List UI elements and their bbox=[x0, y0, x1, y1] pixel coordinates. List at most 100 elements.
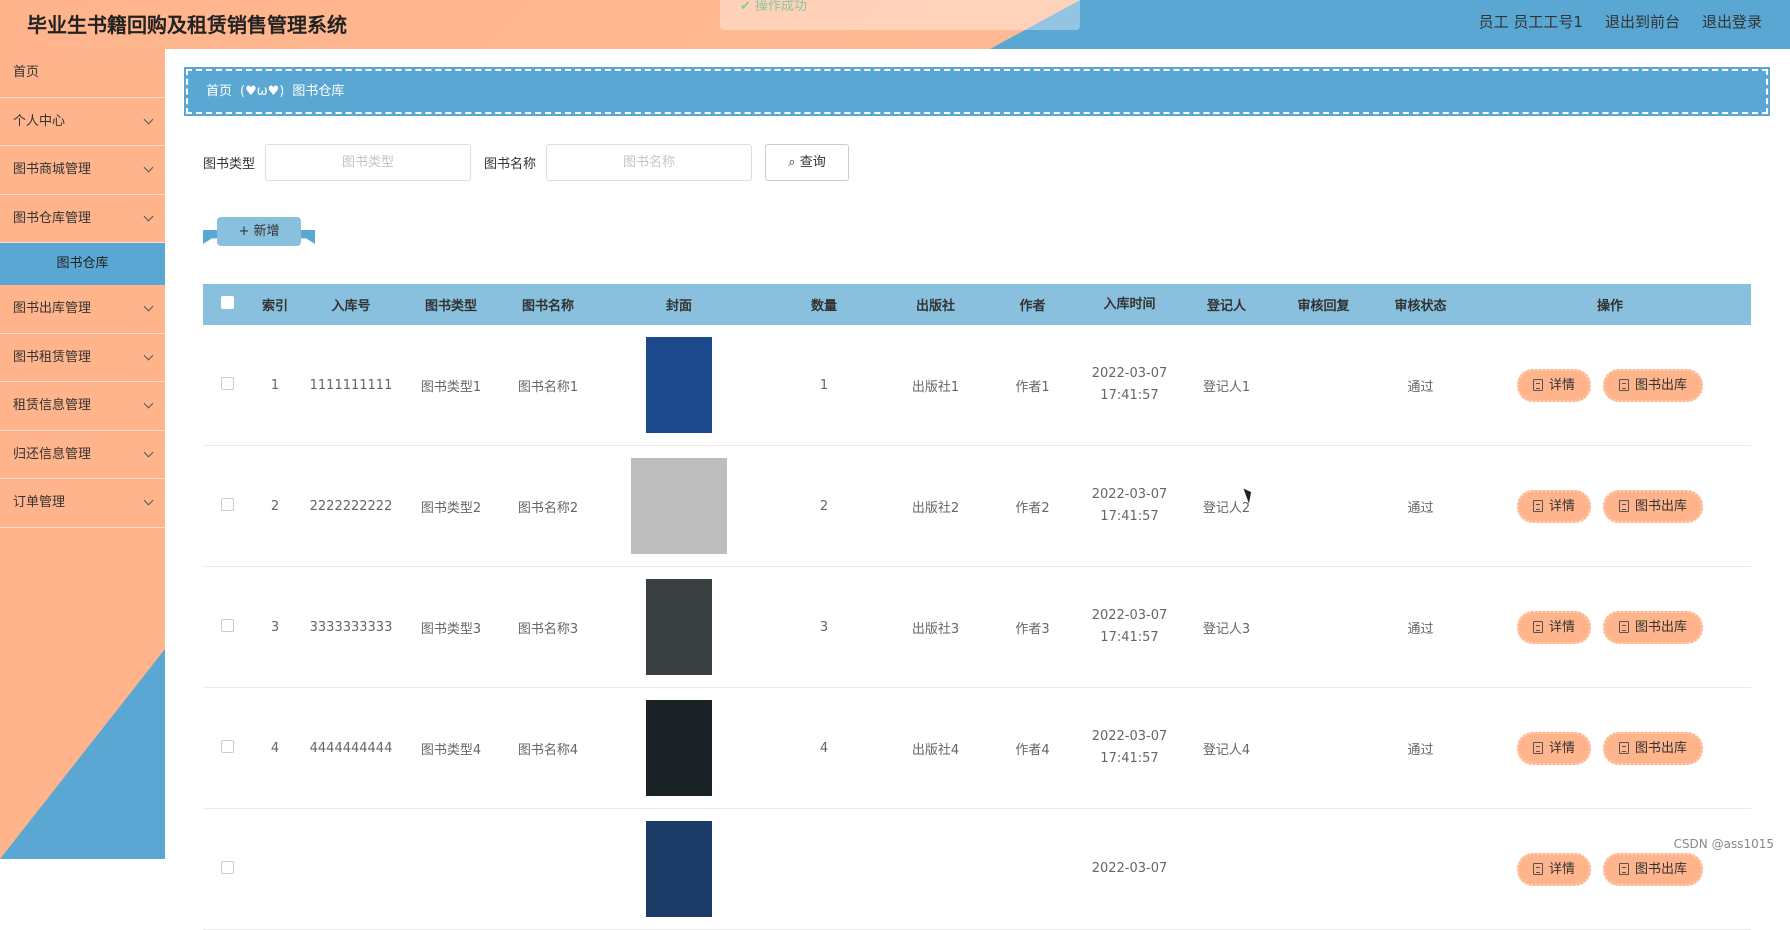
table-row: 22222222222图书类型2图书名称22出版社2作者22022-03-071… bbox=[203, 446, 1751, 567]
success-toast: ✔ 操作成功 bbox=[720, 0, 1080, 30]
cell-quantity: 3 bbox=[761, 620, 887, 635]
sidebar-item-label: 图书仓库管理 bbox=[13, 211, 91, 226]
cell-index: 2 bbox=[251, 499, 299, 514]
current-user: 员工 员工工号1 bbox=[1479, 11, 1583, 32]
time-date: 2022-03-07 bbox=[1081, 858, 1178, 880]
cell-book-type: 图书类型2 bbox=[403, 497, 499, 516]
th-storage-time: 入库时间 bbox=[1081, 294, 1178, 316]
exit-to-front-link[interactable]: 退出到前台 bbox=[1605, 11, 1680, 32]
detail-button[interactable]: 详情 bbox=[1517, 853, 1591, 886]
sidebar-item[interactable]: 订单管理 bbox=[0, 479, 165, 528]
table-body: 11111111111图书类型1图书名称11出版社1作者12022-03-071… bbox=[203, 325, 1751, 930]
document-icon bbox=[1533, 379, 1543, 391]
cell-storage-time: 2022-03-07 bbox=[1081, 858, 1178, 880]
search-icon: ⌕ bbox=[788, 155, 795, 170]
cell-author: 作者3 bbox=[984, 618, 1081, 637]
sidebar-item[interactable]: 租赁信息管理 bbox=[0, 382, 165, 431]
th-cover: 封面 bbox=[597, 295, 761, 314]
cell-actions: 详情图书出库 bbox=[1469, 732, 1751, 765]
row-checkbox-cell bbox=[203, 377, 251, 394]
sidebar-item-label: 订单管理 bbox=[13, 495, 65, 510]
stock-out-button[interactable]: 图书出库 bbox=[1603, 732, 1703, 765]
book-type-input[interactable]: 图书类型 bbox=[265, 144, 471, 181]
row-checkbox[interactable] bbox=[221, 377, 234, 390]
select-all-checkbox[interactable] bbox=[221, 296, 234, 309]
stock-out-button[interactable]: 图书出库 bbox=[1603, 369, 1703, 402]
cell-storage-no: 2222222222 bbox=[299, 499, 403, 514]
cell-cover bbox=[597, 337, 761, 433]
sidebar-item[interactable]: 图书租赁管理 bbox=[0, 334, 165, 383]
sidebar-menu: 首页个人中心图书商城管理图书仓库管理图书仓库图书出库管理图书租赁管理租赁信息管理… bbox=[0, 49, 165, 528]
cell-author: 作者1 bbox=[984, 376, 1081, 395]
sidebar-item-label: 首页 bbox=[13, 65, 39, 80]
row-checkbox[interactable] bbox=[221, 619, 234, 632]
time-clock: 17:41:57 bbox=[1081, 748, 1178, 770]
sidebar-item-label: 图书商城管理 bbox=[13, 162, 91, 177]
th-registrar: 登记人 bbox=[1178, 295, 1275, 314]
cell-storage-time: 2022-03-0717:41:57 bbox=[1081, 484, 1178, 528]
sidebar-item-label: 图书租赁管理 bbox=[13, 350, 91, 365]
query-button[interactable]: ⌕ 查询 bbox=[765, 144, 849, 181]
cell-book-type: 图书类型3 bbox=[403, 618, 499, 637]
cell-registrar: 登记人3 bbox=[1178, 618, 1275, 637]
book-name-label: 图书名称 bbox=[484, 153, 536, 172]
stock-out-button[interactable]: 图书出库 bbox=[1603, 611, 1703, 644]
stock-out-label: 图书出库 bbox=[1635, 613, 1687, 642]
plus-icon: + bbox=[238, 224, 249, 239]
stock-out-button[interactable]: 图书出库 bbox=[1603, 853, 1703, 886]
sidebar-item-label: 租赁信息管理 bbox=[13, 398, 91, 413]
book-name-input[interactable]: 图书名称 bbox=[546, 144, 752, 181]
document-icon bbox=[1619, 863, 1629, 875]
book-cover-image bbox=[646, 821, 712, 917]
detail-button[interactable]: 详情 bbox=[1517, 490, 1591, 523]
stock-out-button[interactable]: 图书出库 bbox=[1603, 490, 1703, 523]
document-icon bbox=[1533, 742, 1543, 754]
sidebar: 首页个人中心图书商城管理图书仓库管理图书仓库图书出库管理图书租赁管理租赁信息管理… bbox=[0, 49, 165, 859]
logout-link[interactable]: 退出登录 bbox=[1702, 11, 1762, 32]
header-nav: 员工 员工工号1 退出到前台 退出登录 bbox=[1479, 11, 1762, 32]
row-checkbox[interactable] bbox=[221, 861, 234, 874]
sidebar-item[interactable]: 图书商城管理 bbox=[0, 146, 165, 195]
cell-author: 作者4 bbox=[984, 739, 1081, 758]
cell-publisher: 出版社3 bbox=[887, 618, 984, 637]
cell-quantity: 4 bbox=[761, 741, 887, 756]
document-icon bbox=[1533, 500, 1543, 512]
row-checkbox[interactable] bbox=[221, 498, 234, 511]
sidebar-item[interactable]: 图书仓库管理 bbox=[0, 195, 165, 244]
detail-button[interactable]: 详情 bbox=[1517, 369, 1591, 402]
document-icon bbox=[1533, 621, 1543, 633]
row-checkbox-cell bbox=[203, 619, 251, 636]
book-cover-image bbox=[631, 458, 727, 554]
detail-label: 详情 bbox=[1549, 613, 1575, 642]
cell-cover bbox=[597, 579, 761, 675]
cell-storage-time: 2022-03-0717:41:57 bbox=[1081, 605, 1178, 649]
document-icon bbox=[1619, 500, 1629, 512]
detail-button[interactable]: 详情 bbox=[1517, 732, 1591, 765]
chevron-down-icon bbox=[144, 163, 154, 173]
cell-book-name: 图书名称1 bbox=[499, 376, 597, 395]
sidebar-item[interactable]: 个人中心 bbox=[0, 98, 165, 147]
time-date: 2022-03-07 bbox=[1081, 726, 1178, 748]
chevron-down-icon bbox=[144, 399, 154, 409]
breadcrumb-current: 图书仓库 bbox=[292, 84, 344, 99]
row-checkbox[interactable] bbox=[221, 740, 234, 753]
time-clock: 17:41:57 bbox=[1081, 627, 1178, 649]
add-button[interactable]: + 新增 bbox=[217, 217, 301, 246]
table-row: 44444444444图书类型4图书名称44出版社4作者42022-03-071… bbox=[203, 688, 1751, 809]
search-book-name: 图书名称 图书名称 bbox=[484, 144, 752, 181]
sidebar-item[interactable]: 图书出库管理 bbox=[0, 285, 165, 334]
stock-out-label: 图书出库 bbox=[1635, 492, 1687, 521]
sidebar-item[interactable]: 首页 bbox=[0, 49, 165, 98]
cell-quantity: 2 bbox=[761, 499, 887, 514]
cell-actions: 详情图书出库 bbox=[1469, 369, 1751, 402]
cell-review-status: 通过 bbox=[1372, 739, 1469, 758]
detail-label: 详情 bbox=[1549, 734, 1575, 763]
row-checkbox-cell bbox=[203, 861, 251, 878]
sidebar-item[interactable]: 归还信息管理 bbox=[0, 431, 165, 480]
detail-button[interactable]: 详情 bbox=[1517, 611, 1591, 644]
sidebar-subitem-active[interactable]: 图书仓库 bbox=[0, 243, 165, 285]
add-label: 新增 bbox=[254, 224, 280, 239]
header-checkbox-cell bbox=[203, 296, 251, 313]
breadcrumb-home[interactable]: 首页 bbox=[206, 84, 232, 99]
cell-registrar: 登记人2 bbox=[1178, 497, 1275, 516]
